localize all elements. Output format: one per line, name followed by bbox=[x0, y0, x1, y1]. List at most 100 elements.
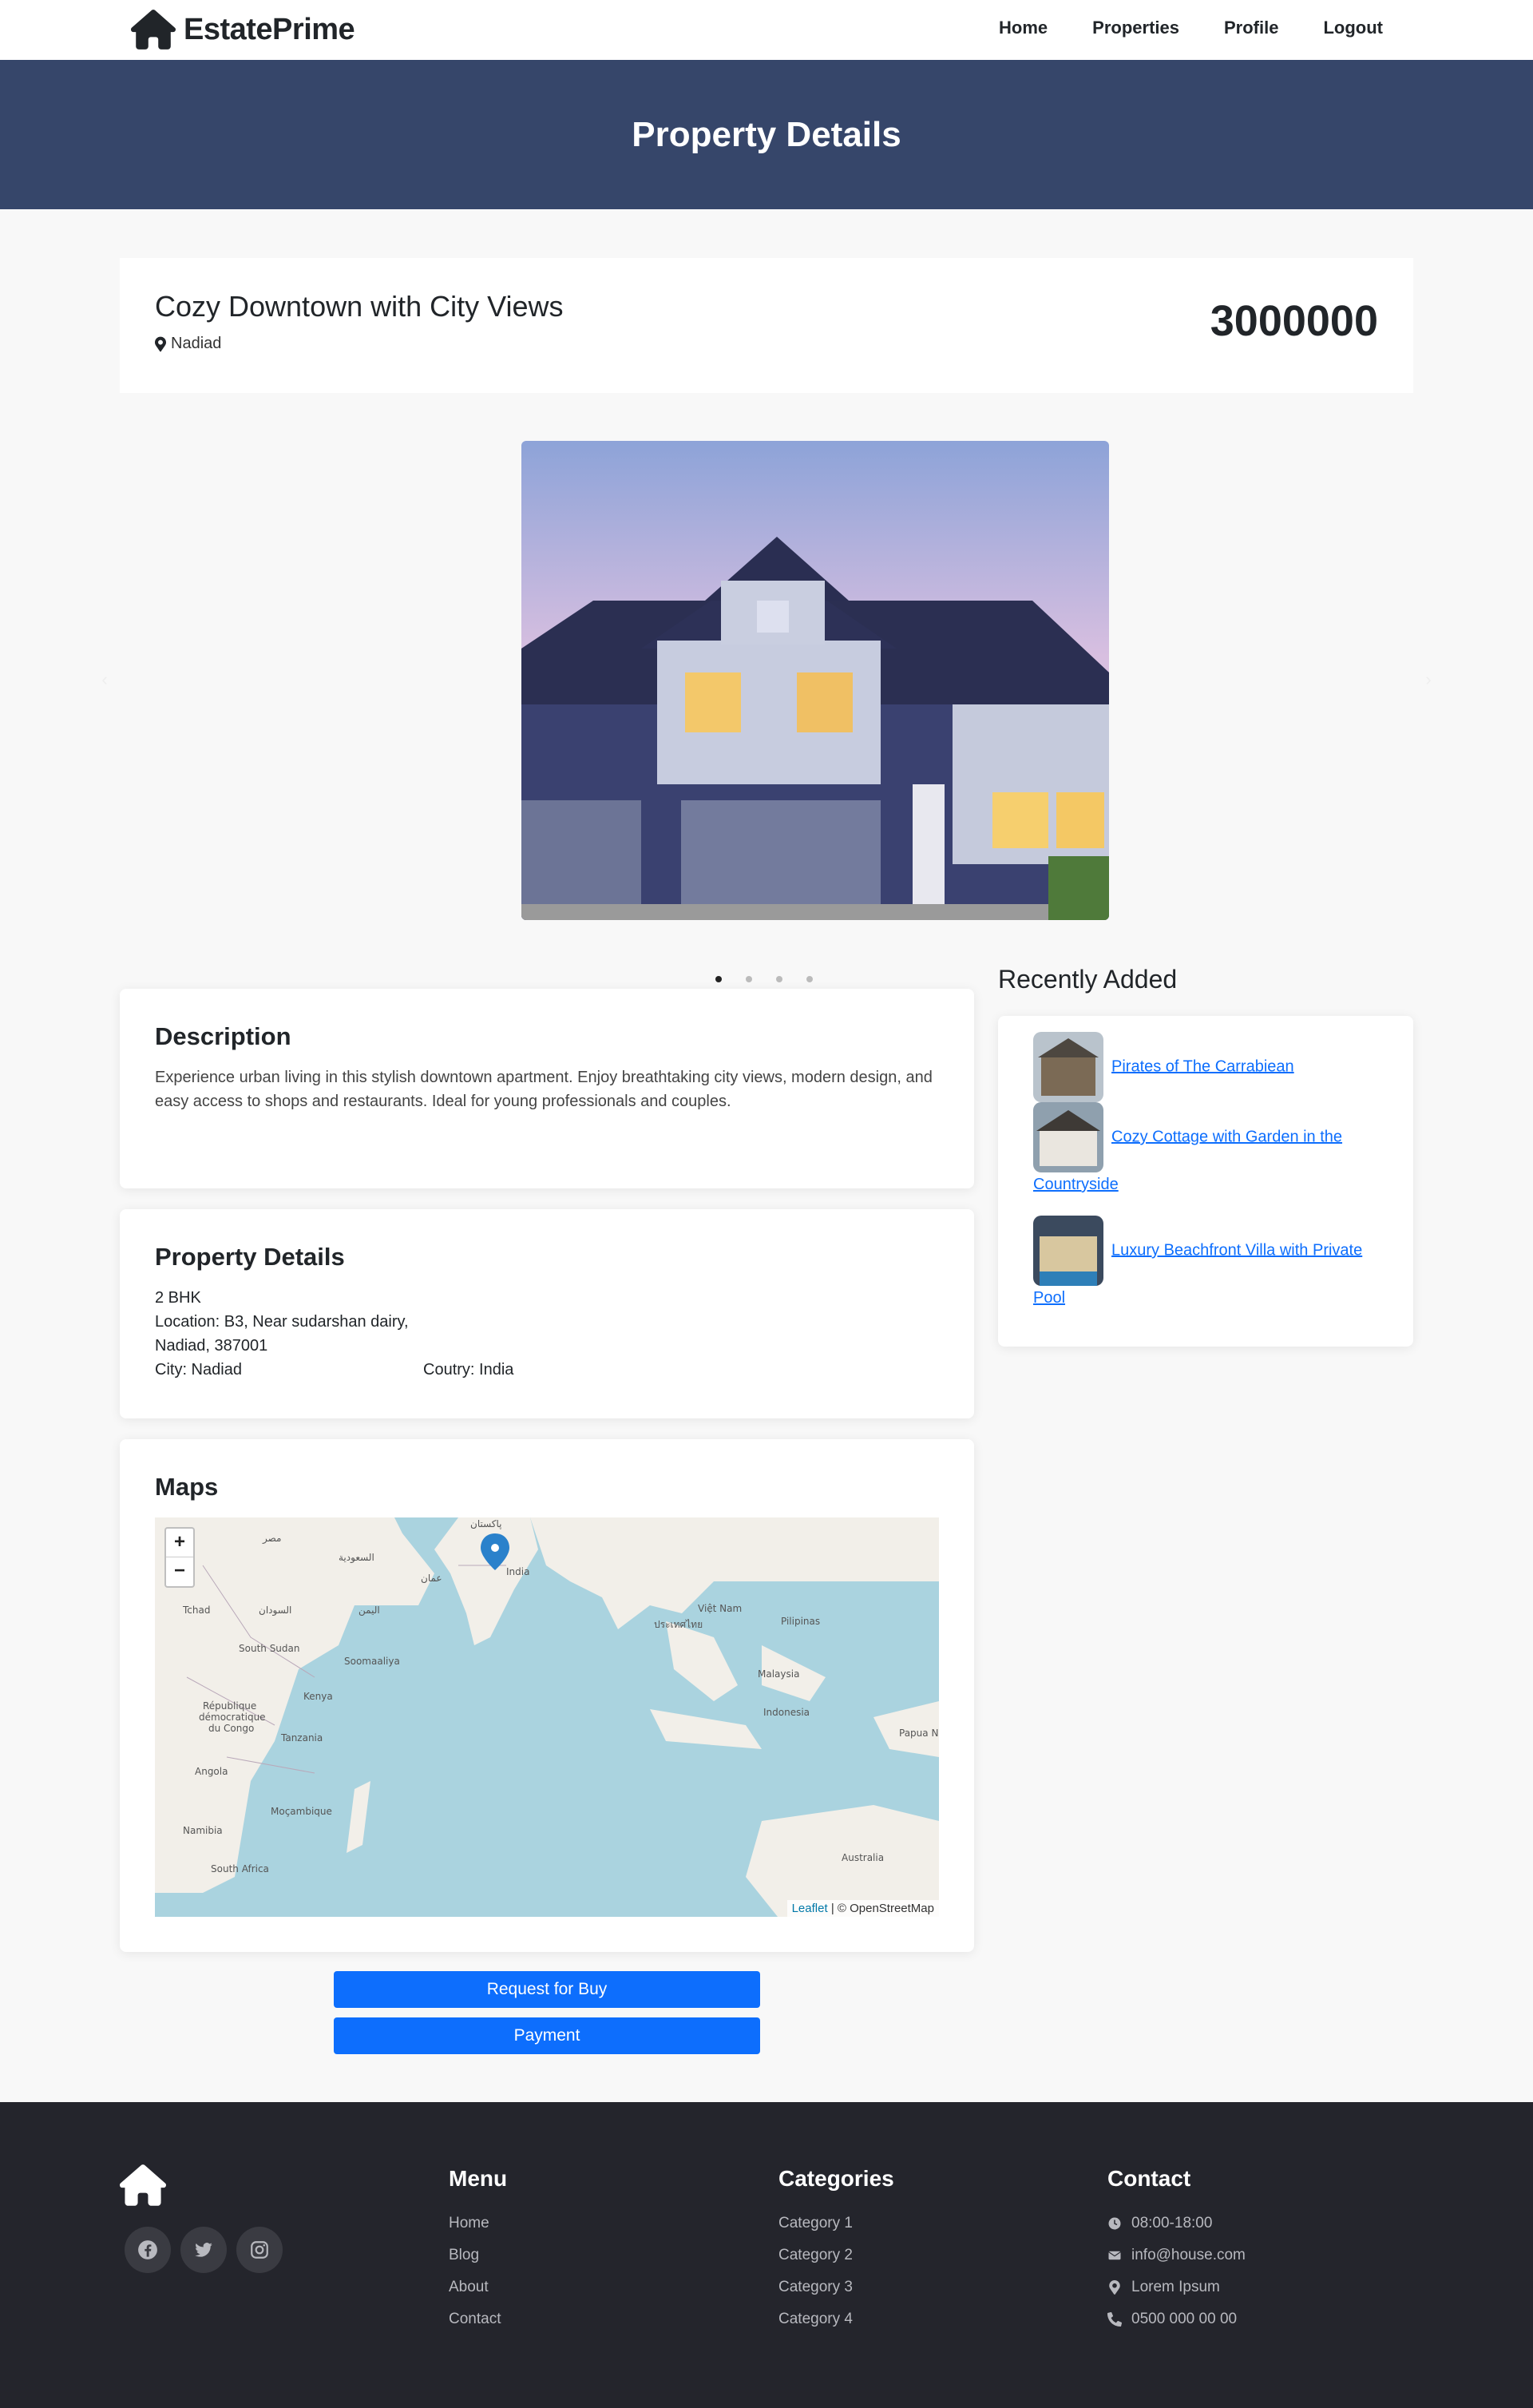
svg-text:Tchad: Tchad bbox=[182, 1605, 210, 1616]
svg-text:Indonesia: Indonesia bbox=[763, 1707, 810, 1718]
svg-text:السودان: السودان bbox=[259, 1605, 291, 1617]
social-links bbox=[125, 2227, 283, 2273]
footer-category-2[interactable]: Category 2 bbox=[778, 2239, 894, 2271]
svg-text:République: République bbox=[203, 1700, 256, 1712]
svg-text:ประเทศไทย: ประเทศไทย bbox=[654, 1619, 703, 1630]
property-header-card: Cozy Downtown with City Views Nadiad 300… bbox=[120, 258, 1413, 393]
request-for-buy-button[interactable]: Request for Buy bbox=[334, 1971, 760, 2008]
svg-text:Kenya: Kenya bbox=[303, 1691, 333, 1702]
footer-hours: 08:00-18:00 bbox=[1107, 2208, 1246, 2239]
map-attribution: Leaflet | © OpenStreetMap bbox=[786, 1900, 939, 1917]
property-image-carousel[interactable] bbox=[521, 441, 1109, 920]
brand-logo[interactable]: EstatePrime bbox=[131, 10, 355, 50]
property-location: Nadiad bbox=[155, 335, 221, 353]
property-location-text: Nadiad bbox=[171, 335, 222, 352]
carousel-prev-button[interactable]: ‹ bbox=[93, 668, 117, 692]
recent-item: Luxury Beachfront Villa with Private Poo… bbox=[1033, 1216, 1384, 1310]
footer-contact: Contact 08:00-18:00 info@house.com Lorem… bbox=[1107, 2166, 1246, 2335]
nav-home-link[interactable]: Home bbox=[999, 18, 1048, 38]
footer-categories-heading: Categories bbox=[778, 2166, 894, 2191]
svg-text:South Africa: South Africa bbox=[211, 1863, 269, 1874]
osm-attribution: | © OpenStreetMap bbox=[830, 1902, 934, 1915]
footer-menu-blog[interactable]: Blog bbox=[449, 2239, 507, 2271]
maps-card: Maps India پاکستان السعودية مصر Tchad ال… bbox=[120, 1439, 974, 1952]
home-icon[interactable] bbox=[120, 2164, 166, 2206]
footer-menu-contact[interactable]: Contact bbox=[449, 2303, 507, 2335]
property-title: Cozy Downtown with City Views bbox=[155, 290, 564, 323]
svg-text:Tanzania: Tanzania bbox=[280, 1732, 323, 1744]
svg-text:South Sudan: South Sudan bbox=[239, 1643, 300, 1654]
twitter-button[interactable] bbox=[180, 2227, 227, 2273]
house-photo bbox=[521, 441, 1109, 920]
nav-properties-link[interactable]: Properties bbox=[1092, 18, 1179, 38]
map-tiles: India پاکستان السعودية مصر Tchad السودان… bbox=[155, 1517, 939, 1917]
map-marker-icon bbox=[1109, 2280, 1120, 2295]
maps-heading: Maps bbox=[155, 1473, 219, 1501]
page-hero: Property Details bbox=[0, 60, 1533, 209]
svg-text:Angola: Angola bbox=[195, 1766, 228, 1777]
footer-menu: Menu Home Blog About Contact bbox=[449, 2166, 507, 2335]
carousel-next-button[interactable]: › bbox=[1416, 668, 1440, 692]
svg-text:مصر: مصر bbox=[262, 1533, 281, 1545]
description-text: Experience urban living in this stylish … bbox=[155, 1069, 933, 1110]
instagram-icon bbox=[251, 2241, 268, 2259]
recently-added-card: Pirates of The Carrabiean Cozy Cottage w… bbox=[998, 1016, 1413, 1347]
nav-profile-link[interactable]: Profile bbox=[1224, 18, 1278, 38]
svg-text:Soomaaliya: Soomaaliya bbox=[344, 1656, 400, 1667]
description-card: Description Experience urban living in t… bbox=[120, 989, 974, 1188]
zoom-out-button[interactable]: − bbox=[166, 1557, 193, 1586]
map-marker-icon bbox=[155, 336, 166, 351]
payment-button[interactable]: Payment bbox=[334, 2017, 760, 2054]
twitter-icon bbox=[195, 2243, 212, 2257]
footer-category-3[interactable]: Category 3 bbox=[778, 2271, 894, 2303]
bhk-value: 2 BHK bbox=[155, 1289, 201, 1307]
city-country-row: City: Nadiad Coutry: India bbox=[155, 1358, 939, 1382]
instagram-button[interactable] bbox=[236, 2227, 283, 2273]
recent-item: Cozy Cottage with Garden in the Countrys… bbox=[1033, 1102, 1384, 1196]
footer-menu-heading: Menu bbox=[449, 2166, 508, 2191]
carousel-indicator-3[interactable] bbox=[776, 976, 782, 982]
navbar: EstatePrime Home Properties Profile Logo… bbox=[0, 0, 1533, 60]
clock-icon bbox=[1108, 2217, 1121, 2230]
svg-text:اليمن: اليمن bbox=[358, 1605, 380, 1617]
svg-text:Papua N: Papua N bbox=[899, 1728, 938, 1739]
carousel-indicator-2[interactable] bbox=[746, 976, 752, 982]
recent-item-link[interactable]: Pirates of The Carrabiean bbox=[1111, 1057, 1294, 1075]
svg-text:démocratique: démocratique bbox=[199, 1712, 266, 1723]
zoom-in-button[interactable]: + bbox=[166, 1529, 193, 1557]
city-value: City: Nadiad bbox=[155, 1361, 242, 1379]
footer-phone-text[interactable]: 0500 000 00 00 bbox=[1131, 2311, 1237, 2328]
footer: Menu Home Blog About Contact Categories … bbox=[0, 2102, 1533, 2408]
footer-category-1[interactable]: Category 1 bbox=[778, 2208, 894, 2239]
svg-text:India: India bbox=[506, 1566, 529, 1577]
address-value: Location: B3, Near sudarshan dairy, Nadi… bbox=[155, 1313, 409, 1355]
svg-text:du Congo: du Congo bbox=[208, 1723, 254, 1734]
map-zoom-control: + − bbox=[164, 1527, 195, 1588]
leaflet-link[interactable]: Leaflet bbox=[792, 1902, 828, 1915]
svg-text:Việt Nam: Việt Nam bbox=[698, 1603, 742, 1614]
recently-added-heading: Recently Added bbox=[998, 965, 1178, 994]
brand-name: EstatePrime bbox=[184, 12, 355, 46]
description-heading: Description bbox=[155, 1022, 291, 1050]
property-details-card: Property Details 2 BHK Location: B3, Nea… bbox=[120, 1209, 974, 1418]
location-map[interactable]: India پاکستان السعودية مصر Tchad السودان… bbox=[155, 1517, 939, 1917]
carousel-indicator-1[interactable] bbox=[715, 976, 722, 982]
facebook-icon bbox=[138, 2240, 157, 2259]
nav-logout-link[interactable]: Logout bbox=[1323, 18, 1383, 38]
carousel-indicator-4[interactable] bbox=[806, 976, 813, 982]
recent-thumbnail bbox=[1033, 1102, 1103, 1172]
facebook-button[interactable] bbox=[125, 2227, 171, 2273]
property-price: 3000000 bbox=[1210, 297, 1378, 345]
svg-text:Namibia: Namibia bbox=[183, 1825, 223, 1836]
home-icon bbox=[131, 10, 176, 50]
footer-categories: Categories Category 1 Category 2 Categor… bbox=[778, 2166, 894, 2335]
footer-menu-about[interactable]: About bbox=[449, 2271, 507, 2303]
svg-text:Malaysia: Malaysia bbox=[758, 1668, 799, 1680]
footer-address-text: Lorem Ipsum bbox=[1131, 2279, 1220, 2295]
footer-address: Lorem Ipsum bbox=[1107, 2271, 1246, 2303]
footer-email-text[interactable]: info@house.com bbox=[1131, 2247, 1246, 2264]
footer-category-4[interactable]: Category 4 bbox=[778, 2303, 894, 2335]
recent-item: Pirates of The Carrabiean bbox=[1033, 1032, 1384, 1102]
svg-text:Pilipinas: Pilipinas bbox=[781, 1616, 820, 1627]
footer-menu-home[interactable]: Home bbox=[449, 2208, 507, 2239]
